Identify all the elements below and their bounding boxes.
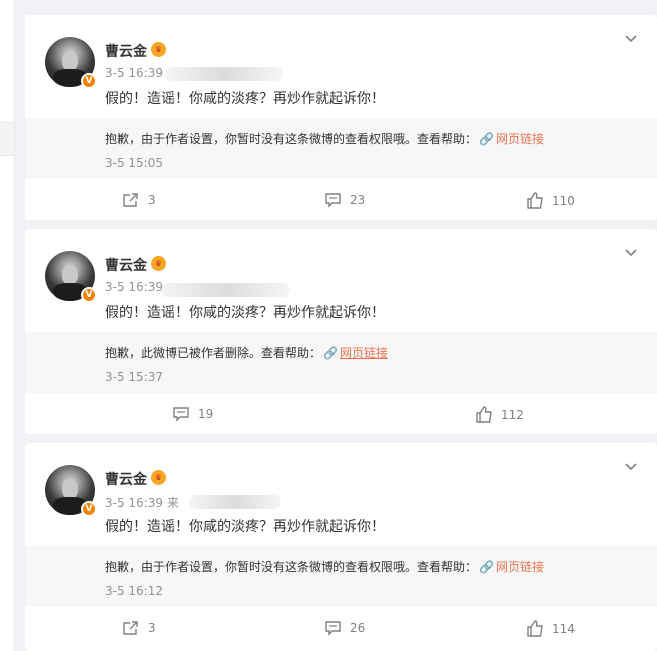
post-date[interactable]: 3-5 16:39 <box>105 280 163 294</box>
crown-badge-icon: ♛ <box>151 256 166 271</box>
repost-message: 抱歉，此微博已被作者删除。查看帮助： 🔗 网页链接 <box>105 344 388 361</box>
post-meta: 3-5 16:39 来 <box>105 494 179 511</box>
thumbs-up-icon <box>527 192 543 209</box>
thumbs-up-icon <box>476 406 492 423</box>
crown-badge-icon: ♛ <box>151 470 166 485</box>
blurred-source <box>189 495 281 509</box>
chevron-down-icon[interactable] <box>623 31 639 47</box>
author-name[interactable]: 曹云金 <box>105 469 147 489</box>
crown-badge-icon: ♛ <box>151 42 166 57</box>
chevron-down-icon[interactable] <box>623 245 639 261</box>
avatar[interactable]: V <box>45 465 97 517</box>
comment-icon <box>325 193 341 208</box>
v-badge-icon: V <box>81 501 97 517</box>
web-link[interactable]: 网页链接 <box>496 560 544 574</box>
share-button[interactable]: 3 <box>122 620 156 636</box>
comment-icon <box>325 621 341 636</box>
weibo-post-card: V 曹云金 ♛ 3-5 16:39 假的！造谣！你咸的淡疼？再炒作就起诉你！ 抱… <box>25 229 657 434</box>
comment-count: 26 <box>350 621 366 635</box>
repost-time[interactable]: 3-5 15:37 <box>105 370 163 384</box>
web-link[interactable]: 网页链接 <box>496 132 544 146</box>
repost-box: 抱歉，由于作者设置，你暂时没有这条微博的查看权限哦。查看帮助： 🔗 网页链接 3-5… <box>25 546 657 607</box>
link-icon: 🔗 <box>479 560 494 574</box>
repost-message: 抱歉，由于作者设置，你暂时没有这条微博的查看权限哦。查看帮助： 🔗 网页链接 <box>105 130 544 147</box>
avatar-face <box>62 479 78 499</box>
avatar[interactable]: V <box>45 251 97 303</box>
comment-button[interactable]: 23 <box>324 192 365 208</box>
like-count: 112 <box>501 407 524 422</box>
repost-box: 抱歉，由于作者设置，你暂时没有这条微博的查看权限哦。查看帮助： 🔗 网页链接 3-5… <box>25 118 657 179</box>
repost-message: 抱歉，由于作者设置，你暂时没有这条微博的查看权限哦。查看帮助： 🔗 网页链接 <box>105 558 544 575</box>
share-icon <box>123 621 138 635</box>
author-name[interactable]: 曹云金 <box>105 41 147 61</box>
repost-message-text: 抱歉，由于作者设置，你暂时没有这条微博的查看权限哦。查看帮助： <box>105 132 478 146</box>
like-button[interactable]: 110 <box>526 192 575 209</box>
link-icon: 🔗 <box>323 346 338 360</box>
post-date[interactable]: 3-5 16:39 <box>105 66 163 80</box>
chevron-down-icon[interactable] <box>623 459 639 475</box>
share-count: 3 <box>148 621 156 635</box>
author-name[interactable]: 曹云金 <box>105 255 147 275</box>
share-count: 3 <box>148 193 156 207</box>
repost-message-text: 抱歉，此微博已被作者删除。查看帮助： <box>105 346 322 360</box>
link-icon: 🔗 <box>479 132 494 146</box>
like-button[interactable]: 114 <box>526 620 575 637</box>
post-text: 假的！造谣！你咸的淡疼？再炒作就起诉你！ <box>105 305 385 321</box>
repost-message-text: 抱歉，由于作者设置，你暂时没有这条微博的查看权限哦。查看帮助： <box>105 560 478 574</box>
like-button[interactable]: 112 <box>475 406 524 423</box>
comment-button[interactable]: 26 <box>324 620 365 636</box>
weibo-post-card: V 曹云金 ♛ 3-5 16:39 假的！造谣！你咸的淡疼？再炒作就起诉你！ 抱… <box>25 15 657 220</box>
avatar-face <box>62 51 78 71</box>
blurred-source <box>165 67 283 81</box>
share-icon <box>123 193 138 207</box>
share-button[interactable]: 3 <box>122 192 156 208</box>
comment-count: 19 <box>198 407 214 421</box>
avatar[interactable]: V <box>45 37 97 89</box>
v-badge-icon: V <box>81 287 97 303</box>
repost-box: 抱歉，此微博已被作者删除。查看帮助： 🔗 网页链接 3-5 15:37 <box>25 332 657 393</box>
left-sidebar-edge <box>0 0 15 651</box>
post-date[interactable]: 3-5 16:39 <box>105 496 163 510</box>
avatar-face <box>62 265 78 285</box>
web-link[interactable]: 网页链接 <box>340 346 388 360</box>
comment-count: 23 <box>350 193 366 207</box>
repost-time[interactable]: 3-5 15:05 <box>105 156 163 170</box>
sidebar-selected-marker <box>0 122 14 156</box>
post-meta: 3-5 16:39 <box>105 280 163 294</box>
comment-button[interactable]: 19 <box>172 406 213 422</box>
v-badge-icon: V <box>81 73 97 89</box>
like-count: 114 <box>552 621 575 636</box>
post-source-prefix: 来 <box>166 496 179 510</box>
weibo-post-card: V 曹云金 ♛ 3-5 16:39 来 假的！造谣！你咸的淡疼？再炒作就起诉你！… <box>25 443 657 651</box>
like-count: 110 <box>552 193 575 208</box>
thumbs-up-icon <box>527 620 543 637</box>
blurred-source <box>160 283 290 297</box>
post-meta: 3-5 16:39 <box>105 66 163 80</box>
comment-icon <box>173 407 189 422</box>
repost-time[interactable]: 3-5 16:12 <box>105 584 163 598</box>
post-text: 假的！造谣！你咸的淡疼？再炒作就起诉你！ <box>105 519 385 535</box>
post-text: 假的！造谣！你咸的淡疼？再炒作就起诉你！ <box>105 91 385 107</box>
